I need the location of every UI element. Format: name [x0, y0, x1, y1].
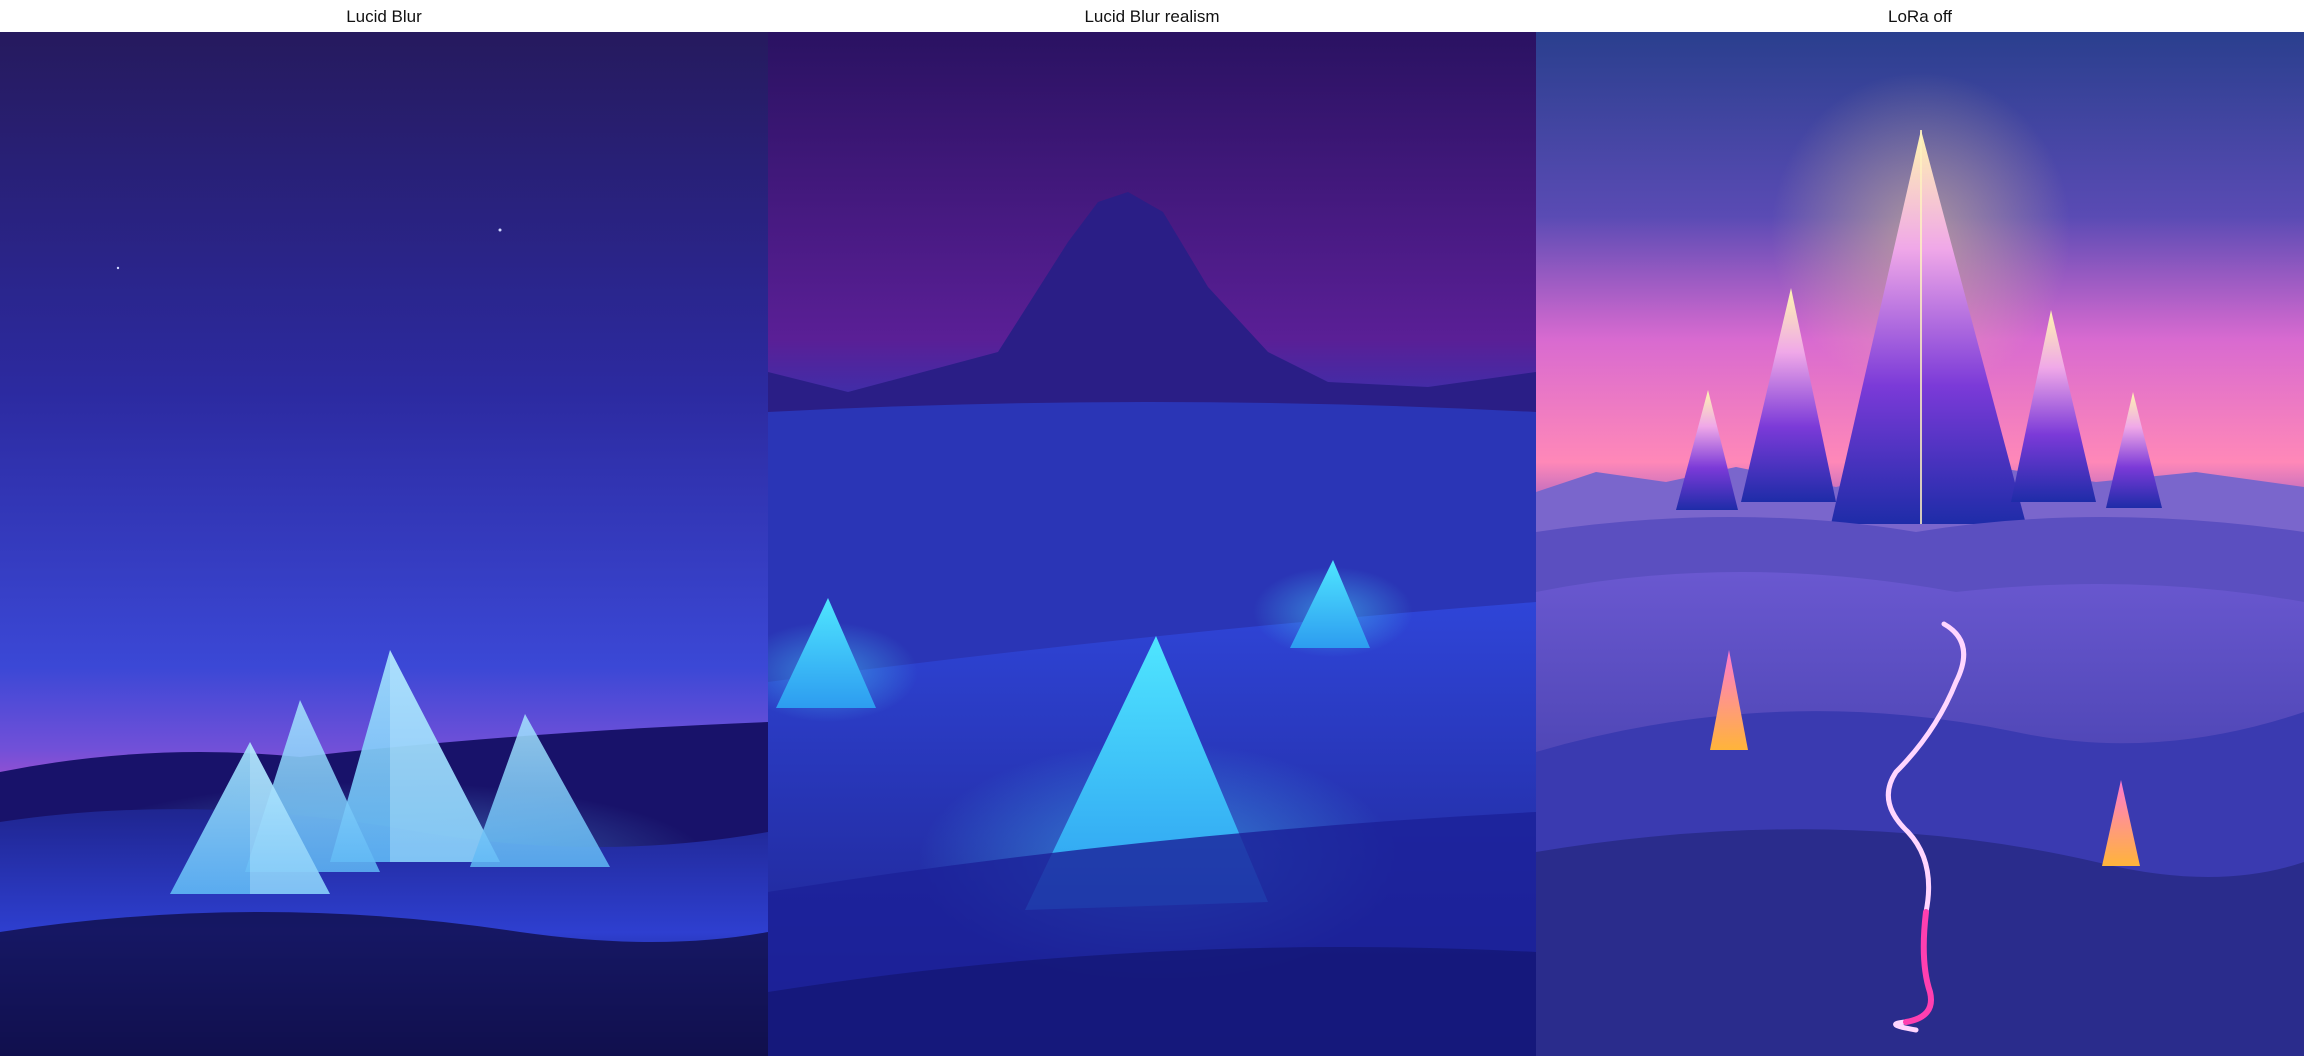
panel-title: LoRa off [1536, 0, 2304, 32]
panel-title: Lucid Blur realism [768, 0, 1536, 32]
panel-lucid-blur-realism: Lucid Blur realism [768, 0, 1536, 1056]
lucid-blur-realism-image [768, 32, 1536, 1056]
lora-off-image [1536, 32, 2304, 1056]
panel-title: Lucid Blur [0, 0, 768, 32]
comparison-grid: Lucid Blur Lucid Blur realism LoRa off [0, 0, 2304, 1056]
lucid-blur-image [0, 32, 768, 1056]
panel-lucid-blur: Lucid Blur [0, 0, 768, 1056]
panel-lora-off: LoRa off [1536, 0, 2304, 1056]
